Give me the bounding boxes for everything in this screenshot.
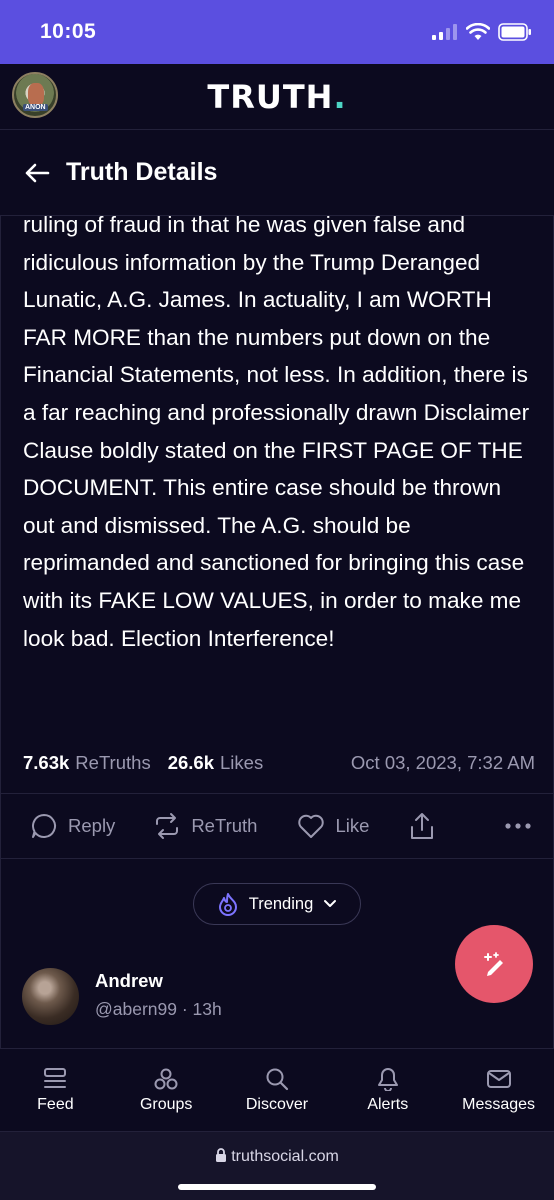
status-icons	[432, 23, 532, 41]
wifi-icon	[466, 23, 490, 40]
nav-alerts[interactable]: Alerts	[338, 1067, 438, 1114]
nav-groups[interactable]: Groups	[116, 1067, 216, 1114]
retruths-label[interactable]: ReTruths	[75, 752, 150, 774]
retruth-label: ReTruth	[191, 815, 258, 836]
feed-icon	[44, 1068, 67, 1088]
signal-icon	[432, 24, 457, 40]
reply-icon	[32, 814, 56, 838]
compose-icon	[484, 952, 503, 976]
divider	[0, 858, 554, 859]
logo-text: TRUTH	[207, 78, 334, 116]
reply-label: Reply	[68, 815, 116, 836]
discover-icon	[266, 1068, 289, 1091]
nav-discover[interactable]: Discover	[227, 1067, 327, 1114]
logo-dot: .	[333, 78, 347, 116]
back-arrow-icon[interactable]	[24, 162, 50, 184]
nav-messages-label: Messages	[462, 1096, 536, 1113]
home-indicator	[178, 1184, 376, 1190]
page-title: Truth Details	[66, 158, 218, 186]
nav-discover-label: Discover	[245, 1096, 309, 1113]
retruths-count[interactable]: 7.63k	[23, 752, 69, 774]
status-time: 10:05	[40, 20, 97, 43]
nav-groups-label: Groups	[139, 1096, 193, 1113]
post-actions: Reply ReTruth Like	[0, 794, 554, 858]
messages-icon	[486, 1070, 511, 1088]
nav-alerts-label: Alerts	[367, 1096, 409, 1113]
like-label: Like	[335, 815, 370, 836]
retruth-icon	[156, 813, 179, 839]
retruth-button[interactable]: ReTruth	[153, 812, 257, 840]
trending-dropdown[interactable]: Trending	[193, 883, 361, 925]
status-bar: 10:05	[0, 0, 554, 64]
bottom-nav: Feed Groups Discover Alerts Messages	[0, 1048, 554, 1131]
chevron-down-icon	[324, 900, 337, 907]
post-body: ruling of fraud in that he was given fal…	[23, 212, 530, 651]
nav-messages[interactable]: Messages	[449, 1067, 549, 1114]
groups-icon	[154, 1068, 178, 1090]
nav-feed[interactable]: Feed	[5, 1067, 105, 1114]
left-border	[0, 130, 1, 1050]
share-icon[interactable]	[409, 811, 435, 841]
url-display: truthsocial.com	[0, 1148, 554, 1166]
url-text: truthsocial.com	[231, 1148, 339, 1165]
battery-icon	[498, 23, 531, 41]
post-stats: 7.63k ReTruths 26.6k Likes Oct 03, 2023,…	[23, 748, 535, 778]
post-timestamp: Oct 03, 2023, 7:32 AM	[350, 752, 535, 773]
reply-button[interactable]: Reply	[30, 812, 115, 840]
likes-label[interactable]: Likes	[220, 752, 263, 774]
reply-avatar[interactable]	[22, 968, 79, 1025]
reply-author-name[interactable]: Andrew	[95, 970, 163, 992]
title-bar: Truth Details	[0, 130, 554, 216]
compose-button[interactable]	[455, 925, 533, 1003]
nav-feed-label: Feed	[37, 1096, 74, 1113]
alerts-icon	[377, 1068, 398, 1091]
reply-author-handle: @abern99 · 13h	[95, 999, 222, 1019]
trending-icon	[218, 893, 237, 916]
like-icon	[298, 814, 325, 838]
lock-icon	[216, 1148, 227, 1162]
trending-label: Trending	[248, 894, 314, 913]
truth-logo[interactable]: TRUTH.	[0, 78, 554, 116]
more-icon[interactable]	[504, 822, 532, 830]
likes-count[interactable]: 26.6k	[168, 752, 214, 774]
like-button[interactable]: Like	[297, 813, 369, 839]
app-header: ANON TRUTH.	[0, 64, 554, 130]
